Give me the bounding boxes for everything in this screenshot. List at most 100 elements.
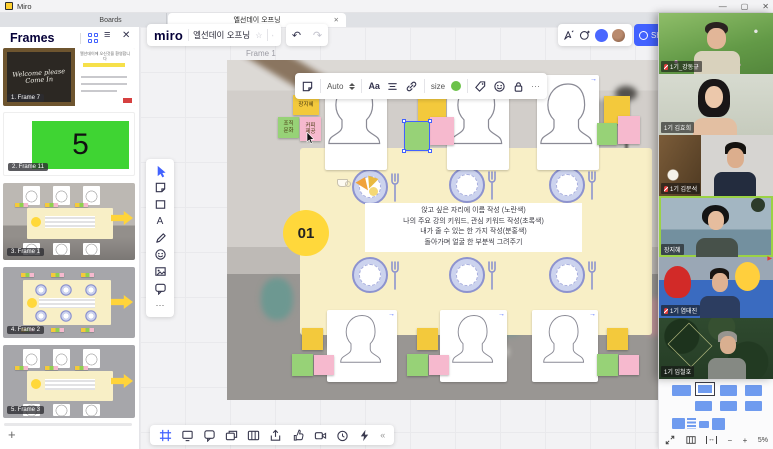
color-swatch[interactable] [451, 81, 462, 91]
close-icon[interactable]: ✕ [762, 2, 769, 11]
minimap-viewport[interactable] [695, 382, 715, 396]
video-tile[interactable]: 1기 임철호 [659, 318, 773, 379]
tag-icon[interactable] [474, 80, 487, 93]
sticky-note[interactable] [417, 328, 438, 350]
present-icon[interactable] [181, 429, 194, 442]
video-tile[interactable]: 1기 김효희 [659, 74, 773, 135]
timer-icon[interactable] [336, 429, 349, 442]
cards-icon[interactable] [225, 429, 238, 442]
sticky-note[interactable] [618, 116, 640, 144]
minimap-frame[interactable] [672, 418, 685, 429]
image-tool-icon[interactable] [153, 265, 167, 279]
minimap-panel[interactable]: ↔ − + 5% [658, 379, 773, 449]
sticky-note-selected[interactable] [402, 119, 432, 153]
sticky-note[interactable] [302, 328, 323, 350]
frame-thumbnail-7[interactable]: Welcome please Come In 엘선데이에 오신것을 환영합니다 … [3, 48, 135, 106]
text-style-button[interactable]: Aa [368, 81, 380, 91]
size-stepper[interactable] [349, 82, 356, 90]
sticky-tool-icon[interactable] [153, 181, 167, 195]
maximize-icon[interactable]: ▢ [741, 2, 749, 11]
tab-close-icon[interactable]: ✕ [334, 16, 339, 24]
laser-pointer-icon[interactable] [563, 29, 575, 41]
frame-thumbnail-11[interactable]: 5 2. Frame 11 [3, 112, 135, 176]
sticky-note-icon[interactable] [301, 80, 314, 93]
avatar[interactable] [612, 28, 625, 42]
autosize-label[interactable]: Auto [327, 82, 343, 91]
fit-to-screen-icon[interactable]: ↔ [706, 436, 717, 444]
video-icon[interactable] [314, 429, 327, 442]
zoom-level[interactable]: 5% [758, 437, 768, 444]
selection-handle[interactable] [428, 119, 432, 123]
reactions-icon[interactable] [579, 29, 591, 41]
frame-thumbnail-1[interactable]: 3. Frame 1 [3, 183, 135, 260]
head-card[interactable]: → [532, 310, 598, 382]
sticky-note[interactable] [314, 355, 334, 375]
minimap-frame[interactable] [687, 418, 696, 429]
zoom-out-icon[interactable]: − [728, 436, 733, 445]
plate-graphic[interactable] [337, 169, 399, 205]
comment-tool-icon[interactable] [153, 281, 167, 295]
board-title[interactable]: 엘선데이 오프닝 [193, 29, 250, 41]
redo-icon[interactable]: ↷ [313, 29, 322, 42]
list-view-icon[interactable]: ≡ [104, 29, 110, 41]
selection-handle[interactable] [402, 119, 406, 123]
plate-graphic[interactable] [549, 257, 596, 293]
card-link-icon[interactable]: → [589, 311, 596, 318]
fullscreen-icon[interactable] [665, 435, 675, 445]
comments-icon[interactable] [203, 429, 216, 442]
grid-view-icon[interactable] [88, 33, 98, 43]
map-icon[interactable] [685, 435, 696, 445]
minimize-icon[interactable]: — [719, 2, 727, 11]
video-tile[interactable]: 1기 염태진 [659, 257, 773, 318]
video-tile-speaking[interactable]: 장지혜 [659, 196, 773, 257]
selection-handle[interactable] [428, 149, 432, 153]
select-tool-icon[interactable] [153, 164, 167, 178]
minimap-frame[interactable] [699, 421, 709, 428]
align-icon[interactable] [386, 80, 399, 93]
more-tools-icon[interactable]: ⋯ [153, 298, 167, 312]
video-tile[interactable]: 1기_강동규 [659, 13, 773, 74]
reactions-thumb-icon[interactable] [292, 429, 305, 442]
quick-actions-icon[interactable] [358, 429, 371, 442]
sticky-note[interactable] [597, 354, 618, 376]
video-call-window[interactable]: 1기_강동규 1기 김효희 1기 김문석 장지혜 1기 염태진 1기 임철호 ▶ [658, 13, 773, 379]
selection-handle[interactable] [402, 149, 406, 153]
card-link-icon[interactable]: → [388, 311, 395, 318]
sticky-note[interactable] [597, 123, 617, 145]
sticky-note[interactable] [430, 117, 454, 145]
avatar[interactable] [595, 28, 608, 42]
sticky-note[interactable] [429, 355, 449, 375]
collapse-toolbar-icon[interactable]: « [380, 430, 385, 440]
minimap-frame[interactable] [745, 401, 762, 411]
panel-arrow-icon[interactable]: ▶ [767, 255, 772, 262]
sticky-note[interactable] [619, 355, 639, 375]
emoji-icon[interactable] [493, 80, 506, 93]
plate-graphic[interactable] [549, 167, 596, 203]
minimap-frame[interactable] [745, 385, 762, 396]
pen-tool-icon[interactable] [153, 231, 167, 245]
undo-icon[interactable]: ↶ [292, 29, 301, 42]
minimap-frame[interactable] [695, 401, 712, 411]
export-board-icon[interactable] [272, 29, 274, 42]
favorite-star-icon[interactable]: ☆ [255, 31, 262, 40]
minimap-frame[interactable] [712, 418, 725, 430]
lock-icon[interactable] [512, 80, 525, 93]
more-icon[interactable]: ⋯ [531, 81, 541, 92]
card-link-icon[interactable]: → [590, 76, 597, 83]
layout-icon[interactable] [247, 429, 260, 442]
sticky-note[interactable] [607, 328, 628, 350]
frame-1[interactable]: 앉고 싶은 자리에 이름 작성 (노란색) 나의 주요 강의 키워드, 관심 키… [227, 60, 658, 400]
add-frame-button[interactable]: + [8, 427, 16, 442]
sticky-note[interactable] [292, 354, 313, 376]
video-tile[interactable]: 1기 김문석 [659, 135, 773, 196]
sticky-note[interactable]: 조직 문화 [278, 117, 299, 138]
minimap-frame[interactable] [720, 401, 737, 411]
plate-graphic[interactable] [449, 167, 496, 203]
link-icon[interactable] [405, 80, 418, 93]
export-icon[interactable] [269, 429, 282, 442]
frames-tool-icon[interactable] [159, 429, 172, 442]
text-tool-icon[interactable]: A [153, 214, 167, 228]
frame-thumbnail-3[interactable]: 5. Frame 3 [3, 345, 135, 418]
card-link-icon[interactable]: → [498, 311, 505, 318]
frame-thumbnail-2[interactable]: 4. Frame 2 [3, 267, 135, 338]
